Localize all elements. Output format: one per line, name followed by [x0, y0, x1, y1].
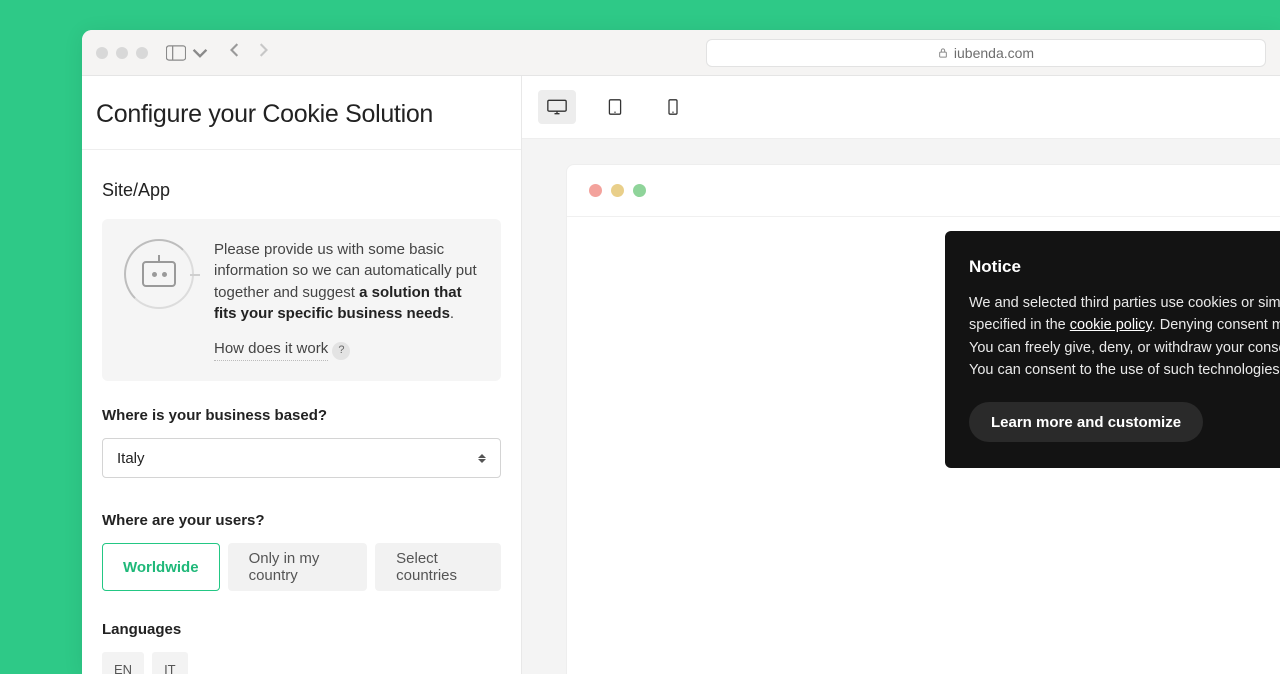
chevron-down-icon [190, 45, 210, 61]
languages-list: EN IT [102, 652, 501, 674]
cookie-banner: Notice We and selected third parties use… [945, 231, 1280, 468]
business-location-select[interactable]: Italy [102, 438, 501, 478]
language-chip-en[interactable]: EN [102, 652, 144, 674]
chevron-right-icon [256, 43, 270, 57]
language-chip-it[interactable]: IT [152, 652, 188, 674]
address-bar-text: iubenda.com [954, 45, 1034, 61]
cookie-policy-link[interactable]: cookie policy [1070, 317, 1152, 333]
users-location-label: Where are your users? [102, 512, 501, 529]
learn-more-button-label: Learn more and customize [991, 414, 1181, 431]
nav-forward-button[interactable] [256, 43, 270, 62]
preview-pane: Notice We and selected third parties use… [522, 76, 1280, 674]
users-option-worldwide[interactable]: Worldwide [102, 543, 220, 591]
traffic-light-minimize[interactable] [116, 47, 128, 59]
browser-chrome: iubenda.com [82, 30, 1280, 76]
preview-window-chrome [567, 165, 1280, 217]
device-tabs [522, 76, 1280, 139]
sidebar-toggle[interactable] [166, 45, 210, 61]
device-mobile-button[interactable] [654, 90, 692, 124]
nav-back-button[interactable] [228, 43, 242, 62]
users-location-options: Worldwide Only in my country Select coun… [102, 543, 501, 591]
banner-line1: We and selected third parties use cookie… [969, 293, 1280, 313]
preview-traffic-min [611, 184, 624, 197]
users-option-select-countries[interactable]: Select countries [375, 543, 501, 591]
users-option-only-country[interactable]: Only in my country [228, 543, 368, 591]
chevron-left-icon [228, 43, 242, 57]
how-link-text: How does it work [214, 338, 328, 359]
traffic-light-zoom[interactable] [136, 47, 148, 59]
banner-line1-pre: We and selected third parties use cookie… [969, 295, 1280, 311]
business-location-label: Where is your business based? [102, 407, 501, 424]
page-title: Configure your Cookie Solution [96, 100, 507, 129]
address-bar[interactable]: iubenda.com [706, 39, 1266, 67]
sidebar-icon [166, 45, 186, 61]
select-caret-icon [478, 454, 486, 463]
preview-traffic-close [589, 184, 602, 197]
config-sidebar: Configure your Cookie Solution Site/App … [82, 76, 522, 674]
banner-line1-mid: specified in the [969, 317, 1070, 333]
language-chip-it-label: IT [164, 662, 176, 674]
traffic-lights [96, 47, 148, 59]
business-location-value: Italy [117, 450, 145, 467]
device-tablet-button[interactable] [596, 90, 634, 124]
traffic-light-close[interactable] [96, 47, 108, 59]
lock-icon [938, 48, 948, 58]
info-card: Please provide us with some basic inform… [102, 219, 501, 381]
how-does-it-work-link[interactable]: How does it work [214, 338, 328, 361]
desktop-icon [547, 99, 567, 115]
banner-line3: You can consent to the use of such techn… [969, 360, 1280, 380]
tablet-icon [605, 99, 625, 115]
browser-window: iubenda.com Configure your Cookie Soluti… [82, 30, 1280, 674]
preview-stage: Notice We and selected third parties use… [566, 164, 1280, 674]
users-option-only-country-label: Only in my country [249, 550, 347, 584]
banner-line1-post: . Denying consent may m [1152, 317, 1280, 333]
users-option-worldwide-label: Worldwide [123, 559, 199, 576]
learn-more-button[interactable]: Learn more and customize [969, 402, 1203, 442]
section-siteapp-label: Site/App [102, 180, 501, 201]
banner-title: Notice [969, 257, 1280, 277]
languages-label: Languages [102, 621, 501, 638]
robot-icon [124, 239, 194, 309]
users-option-select-countries-label: Select countries [396, 550, 480, 584]
mobile-icon [663, 99, 683, 115]
banner-line1b: specified in the cookie policy. Denying … [969, 315, 1280, 335]
device-desktop-button[interactable] [538, 90, 576, 124]
language-chip-en-label: EN [114, 662, 132, 674]
banner-line2: You can freely give, deny, or withdraw y… [969, 338, 1280, 358]
preview-traffic-zoom [633, 184, 646, 197]
info-text-post: . [450, 305, 454, 322]
help-icon[interactable]: ? [332, 342, 350, 360]
info-text: Please provide us with some basic inform… [214, 239, 479, 361]
